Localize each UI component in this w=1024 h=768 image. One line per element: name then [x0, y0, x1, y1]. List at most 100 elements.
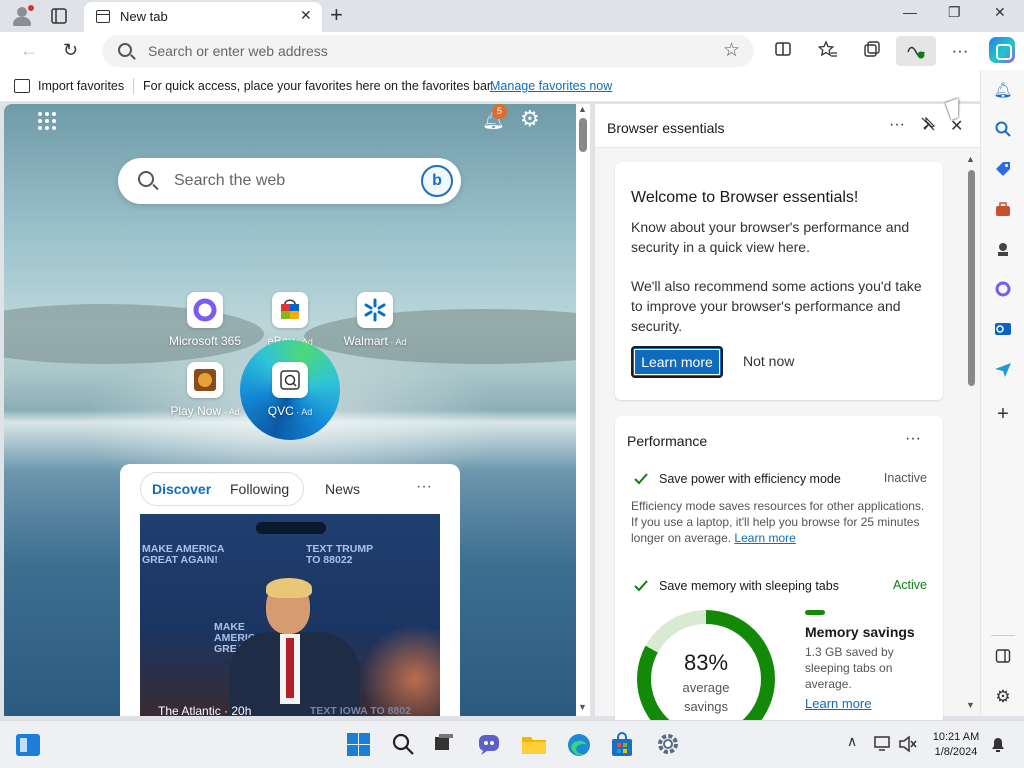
- close-window-button[interactable]: ✕: [994, 4, 1006, 21]
- web-search-box[interactable]: Search the web b: [118, 158, 461, 204]
- settings-more-button[interactable]: ···: [949, 40, 971, 62]
- refresh-button[interactable]: ↻: [63, 40, 78, 61]
- search-icon[interactable]: [992, 120, 1014, 142]
- quick-link-walmart[interactable]: [357, 292, 393, 328]
- bing-chat-icon[interactable]: b: [421, 165, 453, 197]
- story-image-text: TEXT TRUMP TO 88022: [306, 543, 373, 566]
- chat-icon[interactable]: [476, 731, 504, 759]
- pane-scrollbar[interactable]: ▲ ▼: [965, 154, 977, 714]
- address-bar[interactable]: Search or enter web address ☆: [102, 35, 754, 67]
- restore-button[interactable]: ❐: [948, 4, 961, 21]
- quick-link-microsoft-365[interactable]: [187, 292, 223, 328]
- minimize-button[interactable]: —: [903, 4, 917, 20]
- pane-more-button[interactable]: ···: [889, 116, 905, 134]
- news-story-card[interactable]: MAKE AMERICA GREAT AGAIN! TEXT TRUMP TO …: [140, 514, 440, 716]
- walmart-icon: [364, 298, 386, 322]
- learn-more-button[interactable]: Learn more: [631, 346, 723, 378]
- scrollbar-thumb[interactable]: [968, 170, 975, 386]
- clock[interactable]: 10:21 AM 1/8/2024: [920, 730, 992, 760]
- tab-title: New tab: [120, 9, 168, 24]
- quick-link-play-now[interactable]: [187, 362, 223, 398]
- new-tab-favicon-icon: [96, 10, 110, 23]
- memory-savings-caption: average savings: [682, 680, 730, 714]
- show-hidden-icons-chevron-up-icon[interactable]: ∧: [847, 733, 857, 750]
- close-tab-icon[interactable]: ✕: [300, 7, 312, 24]
- sidebar-settings-gear-icon[interactable]: ⚙︎: [992, 686, 1014, 708]
- quick-link-label: Walmart · Ad: [343, 334, 407, 348]
- outlook-icon[interactable]: [992, 320, 1014, 342]
- clock-time: 10:21 AM: [932, 731, 980, 743]
- memory-savings-title: Memory savings: [805, 624, 915, 640]
- play-now-icon: [194, 369, 216, 391]
- task-view-icon[interactable]: [432, 731, 460, 759]
- microsoft-365-icon[interactable]: [992, 280, 1014, 302]
- apps-grid-icon[interactable]: [38, 112, 58, 132]
- not-now-button[interactable]: Not now: [743, 353, 794, 369]
- notification-center-icon[interactable]: [990, 736, 1018, 764]
- address-placeholder: Search or enter web address: [148, 43, 328, 59]
- memory-savings-legend: [805, 610, 825, 615]
- favorites-icon[interactable]: [817, 40, 839, 62]
- unpin-icon[interactable]: [921, 116, 936, 134]
- settings-app-icon[interactable]: [655, 731, 683, 759]
- network-display-icon[interactable]: [873, 735, 901, 763]
- collections-icon[interactable]: [861, 40, 883, 62]
- import-favorites-button[interactable]: Import favorites: [38, 79, 124, 93]
- browser-essentials-icon[interactable]: [896, 36, 936, 66]
- feed-tab-news[interactable]: News: [325, 481, 360, 497]
- drop-icon[interactable]: [992, 360, 1014, 382]
- feed-more-button[interactable]: ···: [416, 478, 432, 496]
- story-image-text: MAKE AMERICA GREAT AGAIN!: [142, 543, 225, 566]
- widgets-icon[interactable]: [16, 734, 40, 756]
- microsoft-365-icon: [193, 298, 217, 322]
- notification-count-badge: 5: [492, 104, 507, 119]
- welcome-card: Welcome to Browser essentials! Know abou…: [615, 162, 943, 400]
- new-tab-button[interactable]: +: [330, 2, 343, 28]
- shopping-tag-icon[interactable]: [992, 160, 1014, 182]
- address-toolbar: ← ↻ Search or enter web address ☆ ···: [0, 32, 1024, 70]
- new-tab-scrollbar[interactable]: ▲ ▼: [576, 104, 590, 716]
- store-icon[interactable]: [608, 731, 636, 759]
- quick-link-qvc[interactable]: [272, 362, 308, 398]
- qvc-icon: [280, 370, 300, 390]
- hide-sidebar-icon[interactable]: [992, 648, 1014, 670]
- clock-date: 1/8/2024: [934, 746, 978, 758]
- edge-taskbar-icon[interactable]: [565, 731, 593, 759]
- taskbar-search-icon[interactable]: [390, 731, 418, 759]
- quick-link-ebay[interactable]: [272, 292, 308, 328]
- efficiency-mode-label: Save power with efficiency mode: [659, 472, 841, 486]
- sleeping-tabs-icon: [633, 579, 649, 596]
- file-explorer-icon[interactable]: [520, 731, 548, 759]
- performance-more-button[interactable]: ···: [905, 430, 921, 448]
- welcome-title: Welcome to Browser essentials!: [631, 189, 859, 206]
- tab-actions-icon[interactable]: [50, 7, 68, 25]
- start-button-icon[interactable]: [345, 731, 373, 759]
- quick-link-label: QVC · Ad: [267, 404, 313, 418]
- efficiency-learn-more-link[interactable]: Learn more: [734, 531, 795, 545]
- back-button[interactable]: ←: [20, 40, 38, 61]
- ebay-icon: [281, 299, 299, 319]
- profile-icon[interactable]: [10, 5, 34, 27]
- favorites-bar-message: For quick access, place your favorites h…: [143, 79, 494, 93]
- import-favorites-icon: [14, 79, 30, 93]
- add-favorite-icon[interactable]: ☆: [723, 39, 740, 62]
- carousel-dots[interactable]: [256, 522, 326, 534]
- manage-favorites-link[interactable]: Manage favorites now: [490, 79, 612, 93]
- feed-tab-following[interactable]: Following: [230, 481, 289, 497]
- favorites-bar: Import favorites For quick access, place…: [0, 70, 980, 102]
- efficiency-mode-icon: [633, 472, 649, 489]
- notifications-icon[interactable]: 🔔︎: [992, 80, 1014, 102]
- performance-title: Performance: [627, 433, 708, 449]
- add-sidebar-app-icon[interactable]: +: [992, 403, 1014, 425]
- feed-tab-discover[interactable]: Discover: [152, 481, 211, 497]
- sleeping-tabs-label: Save memory with sleeping tabs: [659, 579, 839, 593]
- copilot-icon[interactable]: [989, 37, 1015, 63]
- tools-icon[interactable]: [992, 200, 1014, 222]
- games-icon[interactable]: [992, 240, 1014, 262]
- memory-learn-more-link[interactable]: Learn more: [805, 696, 871, 711]
- sleeping-tabs-status: Active: [892, 578, 927, 592]
- scrollbar-thumb[interactable]: [579, 118, 587, 152]
- page-settings-gear-icon[interactable]: ⚙︎: [520, 106, 540, 132]
- tab-new-tab[interactable]: New tab ✕: [84, 2, 322, 32]
- split-screen-icon[interactable]: [772, 40, 794, 62]
